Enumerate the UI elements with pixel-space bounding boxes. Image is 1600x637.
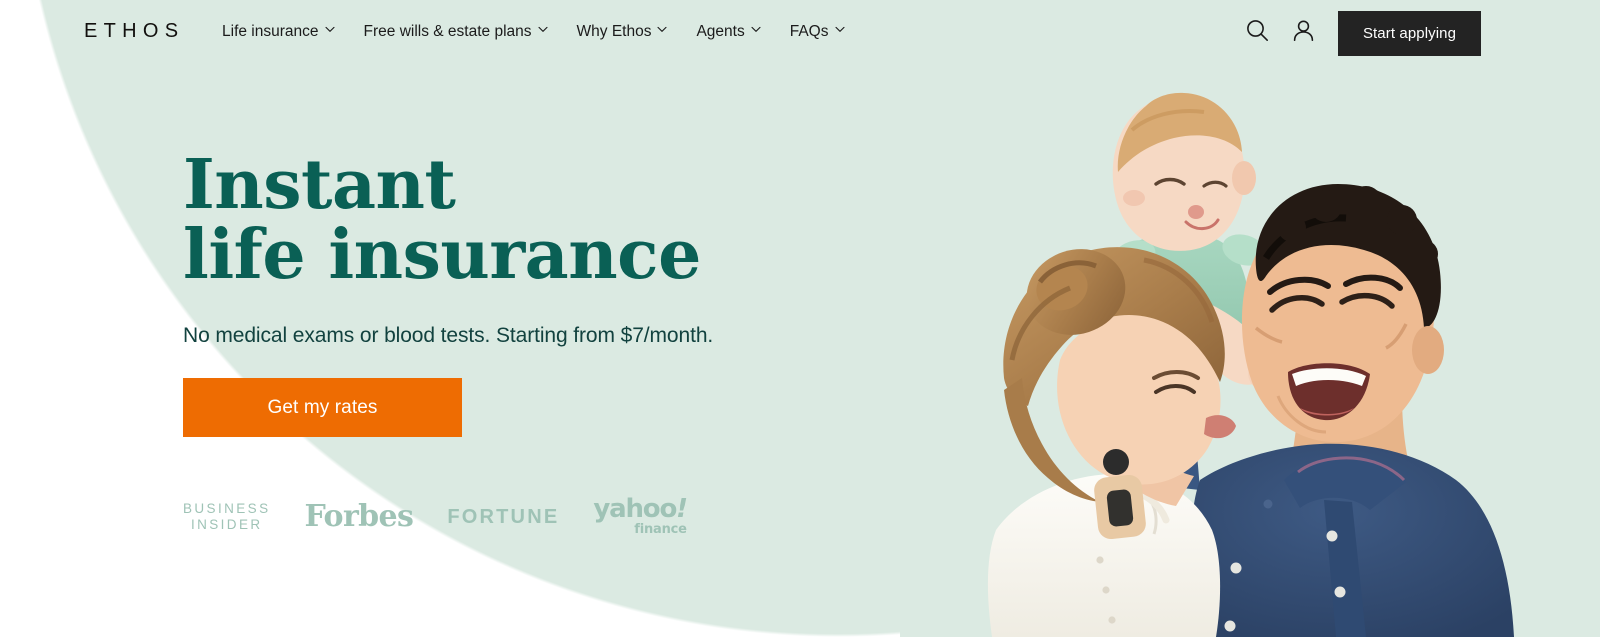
nav-item-label: Why Ethos	[576, 23, 652, 40]
nav-item-faqs[interactable]: FAQs	[789, 22, 845, 42]
hero-subheadline: No medical exams or blood tests. Startin…	[183, 324, 714, 347]
landing-page: ETHOS Life insurance Free wills & estate…	[0, 0, 1600, 637]
nav-item-label: Agents	[696, 23, 745, 40]
yahoo-wordmark: yahoo!	[593, 494, 688, 524]
nav-links: Life insurance Free wills & estate plans…	[222, 22, 845, 42]
nav-item-life-insurance[interactable]: Life insurance	[222, 22, 335, 42]
chevron-down-icon	[324, 26, 335, 35]
user-account-icon	[1291, 18, 1316, 48]
yahoo-finance-subtext: finance	[634, 522, 687, 537]
hero-family-photo	[900, 60, 1600, 637]
account-button[interactable]	[1288, 18, 1318, 48]
yahoo-text: yahoo	[593, 494, 677, 524]
nav-item-label: Life insurance	[222, 23, 319, 40]
chevron-down-icon	[751, 26, 761, 35]
page-title: Instant life insurance	[183, 145, 701, 295]
search-button[interactable]	[1242, 18, 1272, 48]
start-applying-button[interactable]: Start applying	[1338, 11, 1481, 56]
fortune-logo: FORTUNE	[447, 505, 560, 528]
nav-item-agents[interactable]: Agents	[696, 22, 761, 42]
hero-content: Instant life insurance No medical exams …	[183, 150, 823, 437]
chevron-down-icon	[657, 26, 668, 35]
nav-item-label: Free wills & estate plans	[363, 23, 532, 40]
nav-item-why-ethos[interactable]: Why Ethos	[576, 22, 668, 42]
forbes-logo: Forbes	[304, 498, 414, 534]
press-logos: BUSINESS INSIDER Forbes FORTUNE yahoo! f…	[183, 494, 688, 537]
business-insider-logo: BUSINESS INSIDER	[183, 500, 271, 532]
nav-item-label: FAQs	[789, 23, 829, 40]
nav-item-free-wills-estate-plans[interactable]: Free wills & estate plans	[363, 22, 548, 42]
main-navigation: ETHOS Life insurance Free wills & estate…	[0, 0, 1600, 66]
yahoo-exclamation: !	[676, 494, 688, 524]
get-my-rates-button[interactable]: Get my rates	[183, 378, 462, 437]
yahoo-finance-logo: yahoo! finance	[593, 494, 688, 537]
search-icon	[1245, 18, 1270, 48]
ethos-logo[interactable]: ETHOS	[84, 21, 184, 41]
chevron-down-icon	[537, 26, 548, 35]
chevron-down-icon	[834, 26, 845, 35]
